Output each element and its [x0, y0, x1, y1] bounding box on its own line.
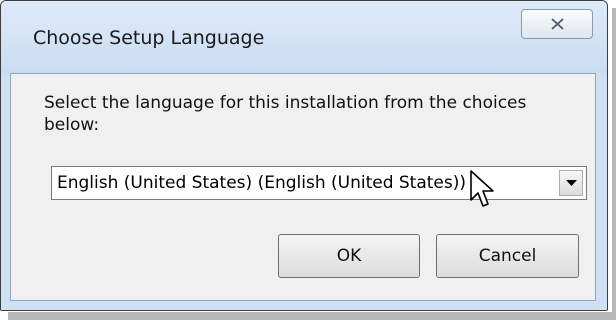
- ok-button[interactable]: OK: [278, 234, 420, 278]
- mouse-pointer-icon: [470, 170, 494, 207]
- window-shadow-right: [612, 8, 616, 314]
- chevron-down-icon: [566, 180, 577, 186]
- instruction-text: Select the language for this installatio…: [44, 93, 527, 135]
- window-shadow-bottom: [8, 312, 616, 320]
- close-button[interactable]: [521, 9, 593, 39]
- language-dropdown[interactable]: English (United States) (English (United…: [51, 166, 587, 200]
- dialog-title: Choose Setup Language: [33, 27, 265, 49]
- cancel-button[interactable]: Cancel: [436, 234, 579, 278]
- dropdown-arrow-button[interactable]: [559, 170, 583, 196]
- close-icon: [551, 18, 564, 30]
- language-selected-value: English (United States) (English (United…: [57, 173, 467, 193]
- title-bar[interactable]: Choose Setup Language: [1, 1, 607, 73]
